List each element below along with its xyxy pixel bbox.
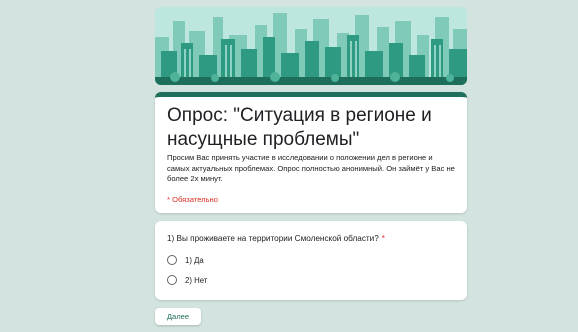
form-description: Просим Вас принять участие в исследовани… — [167, 153, 455, 183]
header-banner-image — [155, 7, 467, 85]
question-label: 1) Вы проживаете на территории Смоленско… — [167, 234, 379, 243]
radio-option-yes[interactable]: 1) Да — [167, 255, 204, 265]
next-button[interactable]: Далее — [155, 308, 201, 325]
required-note: * Обязательно — [167, 195, 218, 204]
radio-option-no[interactable]: 2) Нет — [167, 275, 207, 285]
form-title-card: Опрос: "Ситуация в регионе и насущные пр… — [155, 92, 467, 213]
required-star: * — [381, 234, 385, 243]
option-label: 1) Да — [185, 255, 204, 265]
question-text: 1) Вы проживаете на территории Смоленско… — [167, 234, 385, 243]
question-card: 1) Вы проживаете на территории Смоленско… — [155, 221, 467, 300]
radio-button-icon[interactable] — [167, 275, 177, 285]
option-label: 2) Нет — [185, 275, 208, 285]
form-title: Опрос: "Ситуация в регионе и насущные пр… — [167, 105, 432, 150]
radio-button-icon[interactable] — [167, 255, 177, 265]
